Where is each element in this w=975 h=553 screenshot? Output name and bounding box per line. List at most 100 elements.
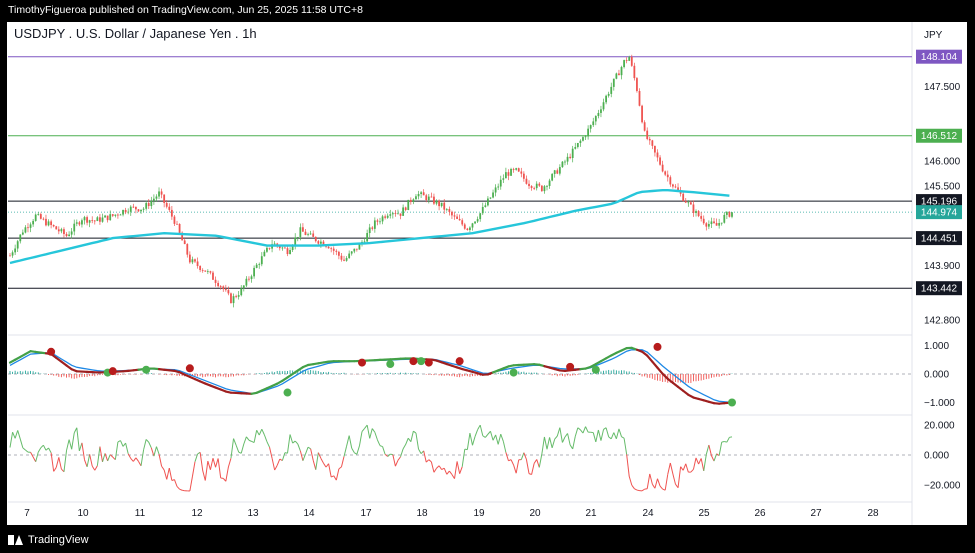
candle-body: [206, 271, 209, 273]
osc-segment: [35, 451, 39, 462]
candle-body: [24, 227, 27, 233]
candle-body: [27, 227, 29, 229]
osc-segment: [166, 467, 170, 480]
osc-segment: [212, 458, 217, 468]
osc-segment: [173, 479, 178, 487]
candle-body: [152, 198, 155, 201]
osc-segment: [84, 459, 88, 468]
osc-segment: [513, 464, 517, 474]
candle-body: [376, 220, 379, 222]
candle-body: [702, 218, 705, 224]
candle-body: [502, 178, 505, 180]
osc-segment: [22, 447, 26, 451]
candle-body: [394, 213, 397, 214]
candle-body: [21, 232, 24, 235]
candle-body: [70, 231, 73, 235]
osc-segment: [515, 459, 520, 474]
candle-body: [345, 258, 348, 261]
osc-segment: [261, 428, 265, 435]
osc-segment: [536, 459, 540, 468]
osc-segment: [204, 461, 209, 481]
candle-body: [612, 78, 615, 87]
candle-body: [425, 195, 428, 200]
candle-body: [304, 231, 307, 235]
macd-cross-up-5: [509, 368, 518, 377]
candle-body: [435, 200, 438, 204]
osc-segment: [700, 458, 705, 471]
oscillator-group: [9, 424, 733, 492]
osc-segment: [91, 465, 96, 471]
candle-body: [117, 214, 119, 216]
hline-label-1: 146.512: [921, 131, 958, 142]
candle-body: [281, 247, 284, 249]
osc-segment: [127, 453, 132, 459]
osc-segment: [423, 450, 427, 463]
candle-body: [674, 186, 677, 188]
candle-body: [499, 179, 502, 187]
candle-body: [212, 272, 214, 280]
candle-body: [510, 168, 512, 176]
osc-segment: [179, 488, 183, 491]
osc-segment: [42, 444, 47, 451]
osc-segment: [413, 430, 417, 434]
candle-body: [689, 202, 692, 205]
candle-body: [209, 271, 212, 273]
candle-body: [319, 241, 322, 244]
osc-segment: [508, 459, 512, 462]
chart-svg[interactable]: JPY148.104146.512145.196144.451143.44214…: [0, 0, 975, 553]
osc-segment: [595, 429, 599, 443]
candle-body: [445, 209, 448, 210]
osc-segment: [358, 431, 363, 447]
osc-segment: [418, 448, 422, 454]
osc-segment: [500, 433, 504, 442]
osc-segment: [394, 460, 399, 467]
candle-body: [456, 216, 458, 219]
candle-body: [715, 222, 718, 226]
osc-segment: [613, 432, 617, 439]
osc-segment: [556, 427, 561, 437]
candle-body: [463, 224, 466, 229]
candle-body: [119, 214, 122, 216]
macd-cross-down-4: [409, 357, 418, 366]
candle-body: [224, 289, 227, 291]
osc-segment: [346, 435, 350, 447]
candle-body: [687, 202, 690, 204]
candle-body: [314, 236, 317, 242]
osc-segment: [68, 439, 73, 450]
osc-segment: [286, 434, 291, 454]
osc-segment: [276, 458, 281, 466]
osc-segment: [554, 435, 558, 440]
candle-body: [250, 276, 253, 280]
candle-body: [443, 202, 446, 210]
candle-body: [633, 65, 636, 79]
osc-segment: [610, 432, 615, 440]
osc-segment: [657, 478, 661, 487]
candle-body: [178, 223, 181, 233]
osc-segment: [55, 457, 60, 468]
osc-segment: [19, 438, 24, 449]
candle-body: [600, 109, 602, 113]
osc-segment: [266, 441, 270, 448]
osc-segment: [466, 432, 471, 450]
candle-body: [461, 220, 464, 225]
candle-body: [469, 227, 471, 230]
candle-body: [725, 212, 728, 215]
osc-segment: [171, 479, 175, 481]
osc-segment: [215, 458, 219, 468]
macd-cross-down-8: [653, 342, 662, 351]
osc-segment: [615, 428, 620, 439]
osc-segment: [130, 458, 134, 462]
candle-body: [330, 248, 333, 250]
candle-body: [391, 213, 394, 215]
osc-segment: [690, 468, 694, 473]
candle-body: [99, 217, 101, 222]
candle-body: [57, 229, 60, 232]
candle-body: [222, 286, 225, 290]
candle-body: [135, 206, 137, 210]
osc-segment: [225, 466, 229, 482]
osc-segment: [474, 429, 479, 437]
osc-segment: [533, 459, 538, 464]
candle-body: [317, 241, 320, 244]
candle-body: [592, 121, 595, 126]
macd-cross-down-5: [424, 358, 433, 367]
